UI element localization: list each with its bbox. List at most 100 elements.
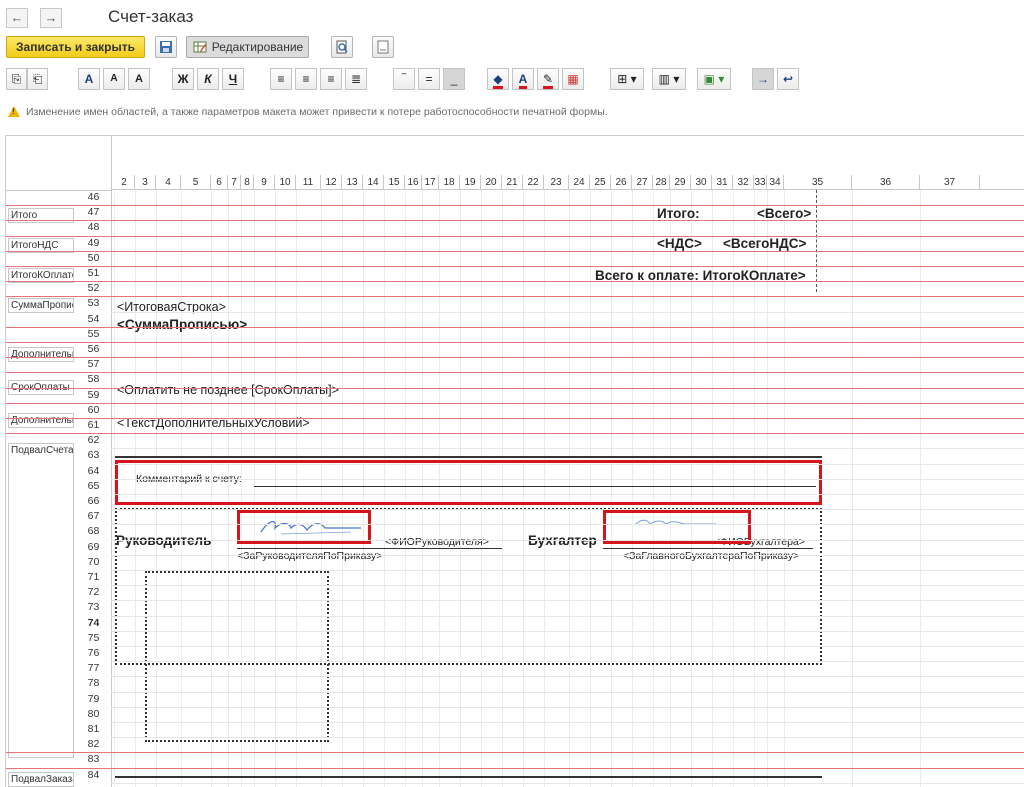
column-header-cell[interactable]: 8 xyxy=(241,175,254,190)
row-number[interactable]: 51 xyxy=(76,267,111,279)
align-center-button[interactable]: ≡ xyxy=(295,68,317,90)
row-number[interactable]: 65 xyxy=(76,480,111,492)
row-number[interactable]: 77 xyxy=(76,662,111,674)
save-and-close-button[interactable]: Записать и закрыть xyxy=(6,36,145,58)
column-header-cell[interactable]: 19 xyxy=(460,175,481,190)
valign-top-button[interactable]: ‾ xyxy=(393,68,415,90)
column-header-cell[interactable]: 10 xyxy=(275,175,296,190)
column-header-cell[interactable]: 27 xyxy=(632,175,653,190)
area-summa-propisyu[interactable]: СуммаПрописью xyxy=(8,298,74,313)
row-number[interactable]: 70 xyxy=(76,556,111,568)
area-podval-zakaza[interactable]: ПодвалЗаказа xyxy=(8,772,74,787)
copy-format-button[interactable]: ⎘ xyxy=(6,68,27,90)
row-number[interactable]: 73 xyxy=(76,601,111,613)
column-header-cell[interactable]: 37 xyxy=(920,175,980,190)
row-number[interactable]: 74 xyxy=(76,617,111,629)
row-number[interactable]: 67 xyxy=(76,510,111,522)
editing-toggle-button[interactable]: Редактирование xyxy=(186,36,309,58)
row-number[interactable]: 75 xyxy=(76,632,111,644)
row-number[interactable]: 54 xyxy=(76,313,111,325)
row-number[interactable]: 63 xyxy=(76,449,111,461)
column-header-cell[interactable]: 31 xyxy=(712,175,733,190)
column-header-cell[interactable]: 14 xyxy=(363,175,384,190)
column-header-cell[interactable]: 34 xyxy=(767,175,784,190)
font-button[interactable]: A xyxy=(78,68,100,90)
fill-color-button[interactable]: ◆ xyxy=(487,68,509,90)
underline-button[interactable]: Ч xyxy=(222,68,244,90)
column-header-cell[interactable]: 28 xyxy=(653,175,670,190)
align-right-button[interactable]: ≡ xyxy=(320,68,342,90)
cell-itogo-label[interactable]: Итого: xyxy=(657,206,700,221)
row-number[interactable]: 71 xyxy=(76,571,111,583)
column-header-cell[interactable]: 36 xyxy=(852,175,920,190)
save-button[interactable] xyxy=(155,36,177,58)
row-number[interactable]: 84 xyxy=(76,769,111,781)
row-number[interactable]: 58 xyxy=(76,373,111,385)
valign-middle-button[interactable]: = xyxy=(418,68,440,90)
row-number[interactable]: 62 xyxy=(76,434,111,446)
row-number[interactable]: 55 xyxy=(76,328,111,340)
column-header-cell[interactable]: 7 xyxy=(228,175,241,190)
forward-button[interactable]: → xyxy=(40,8,62,28)
column-header-cell[interactable]: 5 xyxy=(181,175,211,190)
row-number[interactable]: 80 xyxy=(76,708,111,720)
wrap-text-button[interactable]: ↩ xyxy=(777,68,799,90)
area-dop-usloviya[interactable]: ДополнительныеУсловия xyxy=(8,413,74,428)
column-header-cell[interactable]: 11 xyxy=(296,175,321,190)
column-header-cell[interactable]: 13 xyxy=(342,175,363,190)
column-header-cell[interactable]: 29 xyxy=(670,175,691,190)
area-dop-informaciya[interactable]: ДополнительнаяИнформация xyxy=(8,347,74,362)
cell-summa-propisyu[interactable]: <СуммаПрописью> xyxy=(117,317,247,332)
spreadsheet[interactable]: 2 3 4 5 6 7 8 9 10 11 12 13 14 15 16 17 18 19 20 21 22 23 24 25… xyxy=(5,135,1024,787)
column-header-cell[interactable]: 25 xyxy=(590,175,611,190)
row-number[interactable]: 72 xyxy=(76,586,111,598)
row-number[interactable]: 53 xyxy=(76,297,111,309)
row-number[interactable]: 61 xyxy=(76,419,111,431)
row-number[interactable]: 64 xyxy=(76,465,111,477)
column-header-cell[interactable]: 12 xyxy=(321,175,342,190)
row-number[interactable]: 47 xyxy=(76,206,111,218)
column-header-cell[interactable]: 4 xyxy=(156,175,181,190)
indent-button[interactable]: → xyxy=(752,68,774,90)
cell-oplatit[interactable]: <Оплатить не позднее [СрокОплаты]> xyxy=(117,383,339,397)
merge-dropdown[interactable]: ▥ ▾ xyxy=(652,68,686,90)
column-header-cell[interactable]: 18 xyxy=(439,175,460,190)
column-header-cell[interactable]: 16 xyxy=(405,175,422,190)
column-header-cell[interactable]: 20 xyxy=(481,175,502,190)
row-number[interactable]: 66 xyxy=(76,495,111,507)
row-number[interactable]: 82 xyxy=(76,738,111,750)
cell-nds-label[interactable]: <НДС> xyxy=(657,236,702,251)
row-number[interactable]: 60 xyxy=(76,404,111,416)
column-header-cell[interactable]: 33 xyxy=(754,175,767,190)
column-header-cell[interactable]: 30 xyxy=(691,175,712,190)
cell-nds-value[interactable]: <ВсегоНДС> xyxy=(723,236,806,251)
column-header-cell[interactable]: 17 xyxy=(422,175,439,190)
column-header-cell[interactable]: 24 xyxy=(569,175,590,190)
row-number[interactable]: 81 xyxy=(76,723,111,735)
align-left-button[interactable]: ≡ xyxy=(270,68,292,90)
row-number[interactable]: 59 xyxy=(76,389,111,401)
column-header-cell[interactable]: 3 xyxy=(135,175,156,190)
row-number[interactable]: 52 xyxy=(76,282,111,294)
text-color-button[interactable]: A xyxy=(512,68,534,90)
paste-format-button[interactable]: ⎗ xyxy=(27,68,48,90)
row-number[interactable]: 50 xyxy=(76,252,111,264)
page-setup-button[interactable] xyxy=(372,36,394,58)
preview-button[interactable] xyxy=(331,36,353,58)
clear-format-button[interactable]: ▦ xyxy=(562,68,584,90)
italic-button[interactable]: К xyxy=(197,68,219,90)
area-podval-scheta[interactable]: ПодвалСчета xyxy=(8,443,74,758)
valign-bottom-button[interactable]: _ xyxy=(443,68,465,90)
row-number[interactable]: 46 xyxy=(76,191,111,203)
row-number[interactable]: 48 xyxy=(76,221,111,233)
stamp-picture-frame[interactable] xyxy=(145,571,329,742)
font-increase-button[interactable]: A xyxy=(103,68,125,90)
bold-button[interactable]: Ж xyxy=(172,68,194,90)
row-number[interactable]: 83 xyxy=(76,753,111,765)
row-number[interactable]: 68 xyxy=(76,525,111,537)
row-number[interactable]: 79 xyxy=(76,693,111,705)
column-header-cell[interactable]: 22 xyxy=(523,175,544,190)
column-header-cell[interactable]: 23 xyxy=(544,175,569,190)
column-header-cell[interactable]: 21 xyxy=(502,175,523,190)
font-decrease-button[interactable]: A xyxy=(128,68,150,90)
